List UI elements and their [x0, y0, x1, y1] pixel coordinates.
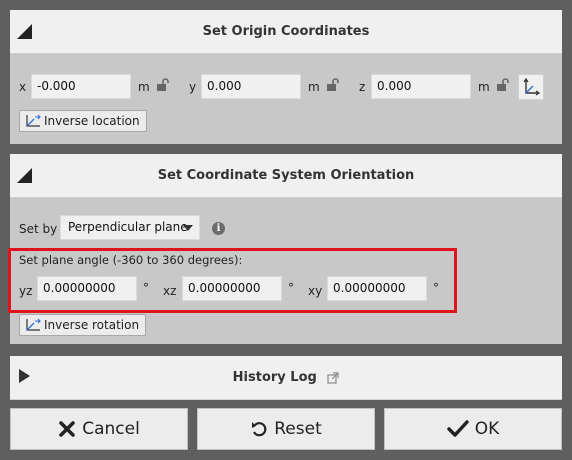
- x-unit-label: m: [138, 80, 150, 94]
- inverse-rotation-icon: [26, 318, 41, 331]
- history-section-title: History Log: [10, 356, 562, 400]
- ok-label: OK: [474, 419, 500, 439]
- inverse-location-label: Inverse location: [44, 114, 140, 128]
- origin-section-header[interactable]: Set Origin Coordinates: [10, 10, 562, 54]
- ok-button[interactable]: OK: [384, 408, 562, 450]
- y-label: y: [189, 80, 197, 94]
- origin-section-title: Set Origin Coordinates: [202, 24, 370, 39]
- inverse-location-icon: [26, 114, 41, 127]
- checkmark-icon: [446, 420, 469, 438]
- x-label: x: [19, 80, 27, 94]
- set-by-value: Perpendicular plane: [68, 220, 188, 234]
- history-title-label: History Log: [232, 370, 317, 385]
- external-link-icon[interactable]: [327, 371, 339, 384]
- set-by-label: Set by: [19, 222, 58, 236]
- info-icon[interactable]: i: [212, 222, 225, 235]
- inverse-location-button[interactable]: Inverse location: [19, 110, 147, 132]
- history-section-header[interactable]: History Log: [10, 356, 562, 400]
- unlock-icon[interactable]: [496, 78, 510, 92]
- x-input[interactable]: -0.000: [31, 74, 131, 99]
- y-input[interactable]: 0.000: [201, 74, 301, 99]
- inverse-rotation-button[interactable]: Inverse rotation: [19, 314, 147, 336]
- set-by-dropdown[interactable]: Perpendicular plane: [60, 215, 200, 240]
- reset-label: Reset: [274, 419, 322, 439]
- origin-section-body: x -0.000 m y 0.000 m z 0.000 m Inverse l…: [10, 54, 562, 144]
- unlock-icon[interactable]: [326, 78, 340, 92]
- axes-icon: [523, 77, 541, 96]
- reset-icon: [250, 420, 268, 438]
- cancel-label: Cancel: [82, 419, 140, 439]
- z-unit-label: m: [478, 80, 490, 94]
- unlock-icon[interactable]: [156, 78, 170, 92]
- reset-button[interactable]: Reset: [197, 408, 375, 450]
- z-input[interactable]: 0.000: [371, 74, 471, 99]
- close-icon: [58, 420, 76, 438]
- chevron-down-icon: [183, 225, 193, 231]
- inverse-rotation-label: Inverse rotation: [44, 318, 140, 332]
- z-label: z: [359, 80, 366, 94]
- cancel-button[interactable]: Cancel: [10, 408, 188, 450]
- axes-pick-button[interactable]: [518, 74, 544, 100]
- orientation-section-header[interactable]: Set Coordinate System Orientation: [10, 154, 562, 198]
- highlight-box: [8, 248, 457, 313]
- orientation-section-title: Set Coordinate System Orientation: [157, 168, 415, 183]
- y-unit-label: m: [308, 80, 320, 94]
